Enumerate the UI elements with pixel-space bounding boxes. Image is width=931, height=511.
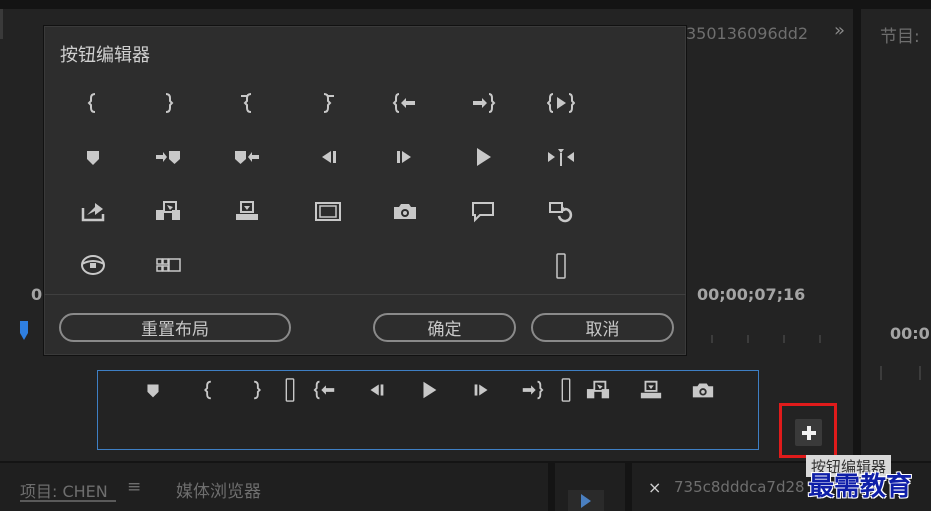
clear-in-icon[interactable] [227, 86, 267, 120]
mark-out-icon[interactable] [148, 86, 188, 120]
multi-camera-icon[interactable] [148, 248, 188, 282]
go-to-out-icon[interactable] [463, 86, 503, 120]
panel-edge [0, 9, 3, 39]
safe-margins-icon[interactable] [308, 194, 348, 228]
cancel-button[interactable]: 取消 [531, 313, 674, 342]
overwrite-icon[interactable] [227, 194, 267, 228]
watermark-logo: 最需教育 [808, 472, 913, 502]
panel-divider[interactable] [853, 9, 861, 461]
trim-monitor-icon[interactable] [541, 140, 581, 174]
export-frame-icon[interactable] [687, 373, 719, 407]
source-clip-id: 350136096dd2 [686, 24, 809, 43]
program-time-ruler[interactable] [880, 366, 930, 382]
go-to-previous-marker-icon[interactable] [227, 140, 267, 174]
source-duration-timecode: 00;00;07;16 [697, 285, 806, 304]
spacer-icon[interactable] [274, 373, 306, 407]
close-sequence-icon[interactable]: × [648, 478, 661, 497]
program-timecode: 00:0 [890, 324, 930, 343]
plus-icon [801, 425, 816, 440]
mark-out-icon[interactable] [240, 373, 272, 407]
button-editor-dialog: 按钮编辑器 重置布局 确定 取消 [43, 25, 687, 356]
lift-icon[interactable] [73, 194, 113, 228]
go-to-out-icon[interactable] [516, 373, 548, 407]
mark-in-icon[interactable] [193, 373, 225, 407]
mark-in-icon[interactable] [73, 86, 113, 120]
overwrite-icon[interactable] [635, 373, 667, 407]
go-to-in-icon[interactable] [385, 86, 425, 120]
playhead-icon[interactable] [19, 321, 29, 341]
play-icon[interactable] [463, 140, 503, 174]
transport-button-bar[interactable] [97, 370, 759, 450]
add-marker-icon[interactable] [73, 140, 113, 174]
go-to-next-marker-icon[interactable] [148, 140, 188, 174]
button-editor-button[interactable] [795, 419, 822, 446]
add-marker-icon[interactable] [137, 373, 169, 407]
tab-project-underline [20, 500, 116, 502]
dialog-title: 按钮编辑器 [60, 45, 150, 66]
comment-icon[interactable] [463, 194, 503, 228]
step-back-icon[interactable] [360, 373, 392, 407]
tab-media-browser[interactable]: 媒体浏览器 [176, 477, 261, 502]
vr-video-icon[interactable] [73, 248, 113, 282]
export-frame-icon[interactable] [385, 194, 425, 228]
insert-icon[interactable] [582, 373, 614, 407]
step-forward-icon[interactable] [466, 373, 498, 407]
source-left-timecode: 0 [31, 285, 43, 304]
spacer-icon[interactable] [550, 373, 582, 407]
clear-out-icon[interactable] [308, 86, 348, 120]
play-in-to-out-icon[interactable] [541, 86, 581, 120]
loop-icon[interactable] [541, 194, 581, 228]
top-strip [0, 0, 931, 9]
dialog-divider [44, 294, 686, 295]
time-ruler[interactable] [700, 335, 850, 343]
program-panel-title[interactable]: 节目: [880, 22, 920, 47]
play-icon[interactable] [413, 373, 445, 407]
selection-tool-icon[interactable] [568, 490, 604, 511]
project-panel-menu-icon[interactable]: ≡ [127, 477, 141, 497]
spacer-icon[interactable] [541, 244, 581, 288]
program-monitor-panel [861, 9, 931, 461]
sequence-tab[interactable]: 735c8dddca7d28 [674, 478, 805, 496]
go-to-in-icon[interactable] [309, 373, 341, 407]
step-forward-icon[interactable] [385, 140, 425, 174]
ok-button[interactable]: 确定 [373, 313, 516, 342]
step-back-icon[interactable] [308, 140, 348, 174]
reset-layout-button[interactable]: 重置布局 [59, 313, 291, 342]
expand-panels-icon[interactable]: » [834, 20, 845, 41]
tab-project[interactable]: 项目: CHEN [20, 478, 108, 502]
insert-icon[interactable] [148, 194, 188, 228]
